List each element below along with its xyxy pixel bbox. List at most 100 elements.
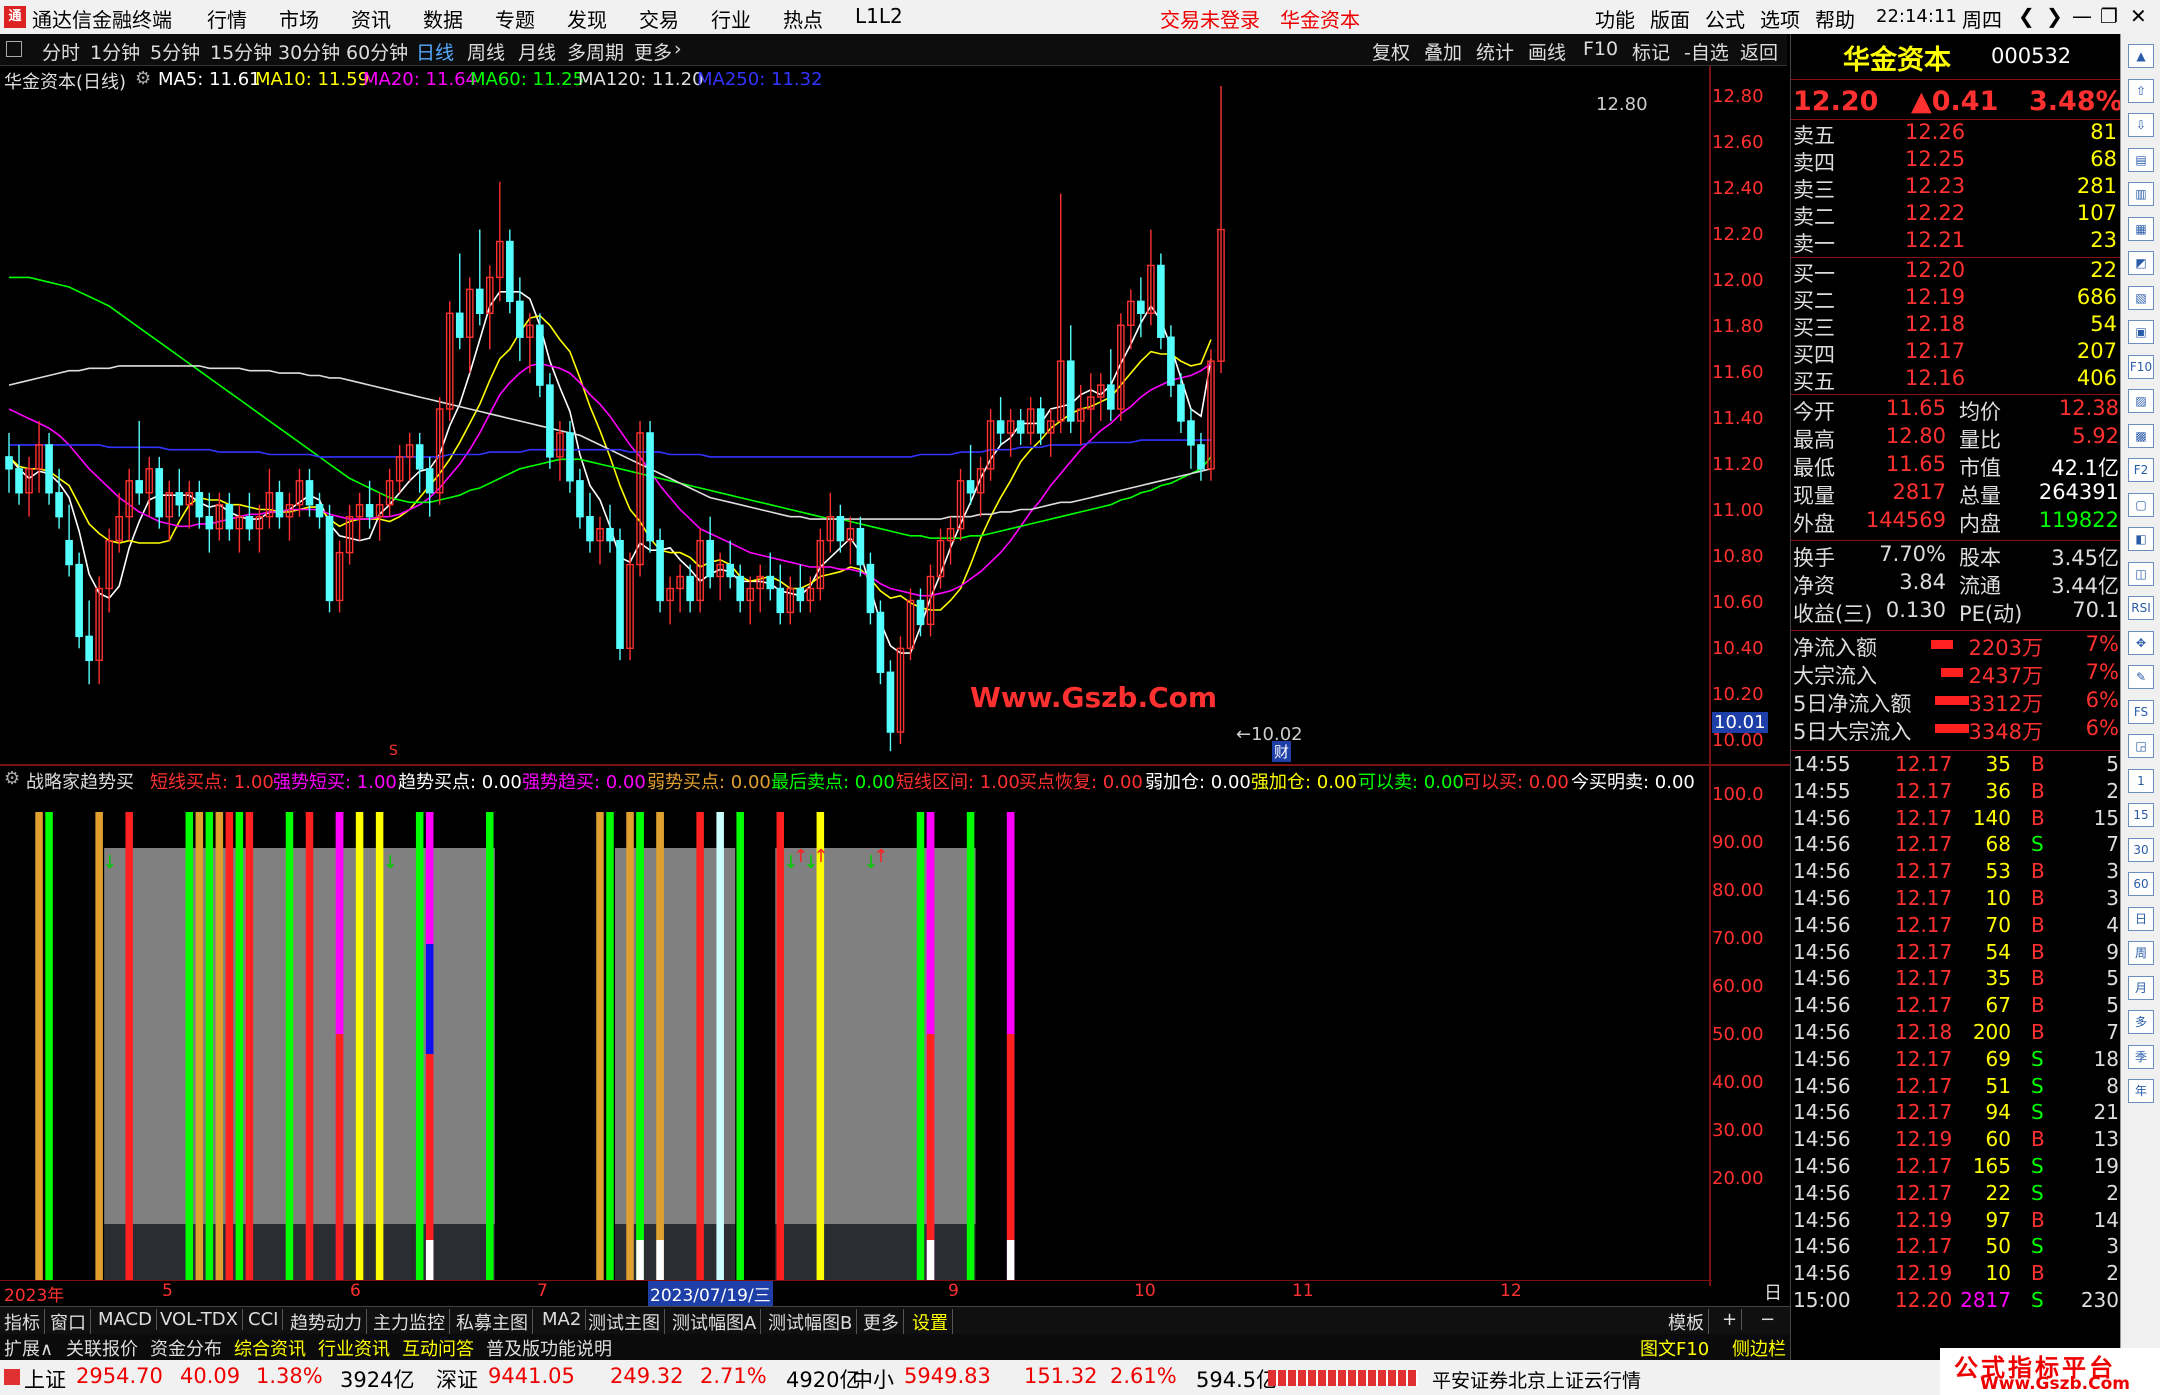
period-multi[interactable]: 多周期 [567,38,624,65]
menu-topics[interactable]: 专题 [495,4,535,33]
tab-help[interactable]: 普及版功能说明 [486,1335,612,1361]
tool-draw[interactable]: 画线 [1528,38,1566,65]
tab-settings[interactable]: 设置 [912,1309,953,1335]
sidebar-tool-icon[interactable]: ▲ [2128,44,2154,68]
period-15min[interactable]: 15分钟 [210,38,272,65]
sidebar-tool-icon[interactable]: 多 [2128,1010,2154,1034]
sidebar-tool-icon[interactable]: ⇩ [2128,113,2154,137]
period-1min[interactable]: 1分钟 [90,38,140,65]
indicator-settings-icon[interactable]: ⚙ [4,768,20,789]
period-daily[interactable]: 日线 [416,38,454,65]
minimize-icon[interactable]: — [2072,4,2092,28]
financial-marker[interactable]: 财 [1272,741,1292,762]
f10-button[interactable]: 图文F10 [1640,1335,1709,1361]
tab-more[interactable]: 更多 [863,1309,904,1335]
sidebar-tool-icon[interactable]: ▩ [2128,423,2154,448]
chevron-right-icon[interactable]: › [674,38,682,60]
sidebar-tool-icon[interactable]: ◧ [2128,527,2154,551]
sidebar-tool-icon[interactable]: ✥ [2128,630,2154,655]
sidebar-tool-icon[interactable]: ◩ [2128,251,2154,275]
sidebar-tool-icon[interactable]: ◫ [2128,561,2154,586]
tab-general-news[interactable]: 综合资讯 [234,1335,306,1361]
sidebar-tool-icon[interactable]: 日 [2128,906,2154,931]
period-5min[interactable]: 5分钟 [150,38,200,65]
tool-back[interactable]: 返回 [1740,38,1778,65]
sidebar-tool-icon[interactable]: ▧ [2128,285,2154,310]
menu-help[interactable]: 帮助 [1815,4,1855,33]
close-icon[interactable]: ✕ [2130,4,2147,28]
sidebar-tool-icon[interactable]: F2 [2128,458,2154,482]
indicator-panel[interactable]: ↓ ↓ ↓ ↓ ↓ ↑ ↑ ↑ ⚙ 战略家趋势买 短线买点: 1.00 强势短买: 1.00 … [0,764,1790,1330]
tab-macd[interactable]: MACD [98,1309,157,1330]
tab-ma2[interactable]: MA2 [542,1309,587,1330]
add-button[interactable]: + [1722,1309,1743,1330]
sidebar-tool-icon[interactable]: ◲ [2128,734,2154,758]
period-monthly[interactable]: 月线 [518,38,556,65]
tab-related-quotes[interactable]: 关联报价 [66,1335,138,1361]
maximize-icon[interactable]: ❐ [2100,4,2118,28]
tab-cci[interactable]: CCI [248,1309,284,1330]
template-button[interactable]: 模板 [1668,1309,1709,1335]
login-status[interactable]: 交易未登录 [1160,4,1260,33]
main-chart-panel[interactable]: 华金资本(日线) ⚙ MA5: 11.61 MA10: 11.59 MA20: … [0,66,1790,766]
menu-function[interactable]: 功能 [1595,4,1635,33]
menu-layout[interactable]: 版面 [1650,4,1690,33]
menu-hot[interactable]: 热点 [783,4,823,33]
tab-industry-news[interactable]: 行业资讯 [318,1335,390,1361]
tab-window[interactable]: 窗口 [50,1309,91,1335]
tab-trend-power[interactable]: 趋势动力 [290,1309,367,1335]
menu-trade[interactable]: 交易 [639,4,679,33]
tab-test-main[interactable]: 测试主图 [588,1309,665,1335]
period-60min[interactable]: 60分钟 [346,38,408,65]
menu-market[interactable]: 市场 [279,4,319,33]
tool-overlay[interactable]: 叠加 [1424,38,1462,65]
settings-dot-icon[interactable]: ⚙ [135,68,151,89]
menu-l1l2[interactable]: L1L2 [855,4,903,28]
menu-data[interactable]: 数据 [423,4,463,33]
tab-indicator[interactable]: 指标 [4,1309,45,1335]
tool-fuquan[interactable]: 复权 [1372,38,1410,65]
sidebar-tool-icon[interactable]: RSI [2128,596,2154,620]
sidebar-tool-icon[interactable]: 30 [2128,837,2154,862]
sidebar-tool-icon[interactable]: 1 [2128,768,2154,793]
period-30min[interactable]: 30分钟 [278,38,340,65]
tick-list[interactable]: 14:55 12.17 35 B 5 14:55 12.17 36 B 2 14:56 12.17 14… [1791,752,2121,1332]
menu-discover[interactable]: 发现 [567,4,607,33]
sidebar-tool-icon[interactable]: 60 [2128,872,2154,896]
period-tick[interactable]: 分时 [42,38,80,65]
sidebar-tool-icon[interactable]: 15 [2128,803,2154,827]
tab-main-monitor[interactable]: 主力监控 [373,1309,450,1335]
sidebar-tool-icon[interactable]: ✎ [2128,665,2154,689]
tab-private-main[interactable]: 私募主图 [456,1309,533,1335]
sidebar-tool-icon[interactable]: FS [2128,699,2154,724]
remove-button[interactable]: − [1760,1309,1779,1330]
period-more[interactable]: 更多 [634,38,672,65]
indicator-chart[interactable]: ↓ ↓ ↓ ↓ ↓↑ ↑ ↑ [0,764,1790,1286]
forward-icon[interactable]: ❯ [2046,4,2063,28]
back-icon[interactable]: ❮ [2018,4,2035,28]
sidebar-tool-icon[interactable]: 年 [2128,1079,2154,1103]
sidebar-tool-icon[interactable]: ▨ [2128,389,2154,413]
menu-news[interactable]: 资讯 [351,4,391,33]
tab-qa[interactable]: 互动问答 [402,1335,474,1361]
menu-industry[interactable]: 行业 [711,4,751,33]
sidebar-tool-icon[interactable]: ▢ [2128,492,2154,517]
sidebar-tool-icon[interactable]: 季 [2128,1044,2154,1069]
sidebar-tool-icon[interactable]: 周 [2128,941,2154,965]
sidebar-tool-icon[interactable]: ▥ [2128,182,2154,206]
tool-stats[interactable]: 统计 [1476,38,1514,65]
sidebar-tool-icon[interactable]: ▦ [2128,216,2154,241]
tool-watchlist[interactable]: -自选 [1684,38,1729,65]
period-weekly[interactable]: 周线 [467,38,505,65]
panel-toggle-icon[interactable] [6,41,22,57]
tab-test-a[interactable]: 测试幅图A [672,1309,762,1335]
candlestick-chart[interactable] [0,66,1790,766]
menu-quotes[interactable]: 行情 [207,4,247,33]
sidebar-tool-icon[interactable]: ⇧ [2128,78,2154,103]
menu-options[interactable]: 选项 [1760,4,1800,33]
sidebar-tool-icon[interactable]: 月 [2128,975,2154,1000]
sidebar-tool-icon[interactable]: ▣ [2128,320,2154,344]
tool-mark[interactable]: 标记 [1632,38,1670,65]
tab-extend[interactable]: 扩展∧ [4,1335,53,1361]
menu-formula[interactable]: 公式 [1705,4,1745,33]
